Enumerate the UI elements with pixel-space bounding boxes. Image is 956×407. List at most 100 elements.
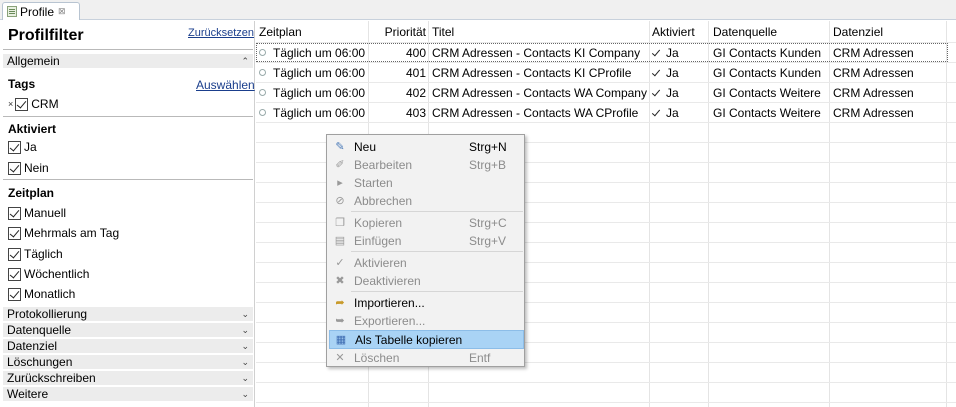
checkbox-monatlich-box[interactable] (8, 287, 21, 301)
activated-header: Aktiviert (8, 122, 57, 136)
column-header-datenquelle[interactable]: Datenquelle (713, 25, 777, 39)
expand-icon[interactable]: ⌄ (241, 371, 249, 385)
tab-profile-label: Profile (20, 4, 55, 19)
collapse-icon[interactable]: ⌃ (241, 54, 249, 68)
filter-title: Profilfilter (8, 27, 84, 44)
cell-aktiviert: Ja (652, 106, 679, 120)
new-icon: ✎ (335, 141, 345, 153)
divider (3, 49, 253, 50)
column-header-datenziel[interactable]: Datenziel (833, 25, 883, 39)
section-general-label: Allgemein (7, 54, 60, 68)
menu-separator (351, 211, 523, 212)
checkbox-woechentlich[interactable]: Wöchentlich (8, 267, 89, 281)
menu-item-label: Deaktivieren (354, 273, 421, 288)
menu-item-label: Löschen (354, 350, 400, 365)
export-icon: ➥ (335, 315, 345, 327)
cell-titel: CRM Adressen - Contacts KI Company (432, 46, 641, 60)
editor-tab-bar: Profile ⊠ (0, 0, 956, 20)
menu-item-starten[interactable]: ▸ Starten (329, 173, 524, 192)
checkbox-manuell-box[interactable] (8, 206, 21, 220)
section-zurueckschreiben[interactable]: Zurückschreiben ⌄ (3, 371, 253, 385)
close-icon[interactable]: ⊠ (58, 6, 66, 17)
column-header-prioritaet[interactable]: Priorität (368, 25, 426, 39)
checkbox-taeglich-box[interactable] (8, 247, 21, 261)
expand-icon[interactable]: ⌄ (241, 355, 249, 369)
section-protokollierung-label: Protokollierung (7, 307, 88, 321)
menu-item-label: Aktivieren (354, 255, 407, 270)
column-header-titel[interactable]: Titel (432, 25, 454, 39)
section-general[interactable]: Allgemein ⌃ (3, 54, 253, 68)
import-icon: ➦ (335, 297, 345, 309)
choose-tags-link[interactable]: Auswählen (196, 78, 255, 92)
start-icon: ▸ (337, 177, 343, 189)
section-loeschungen-label: Löschungen (7, 355, 73, 369)
checkbox-mehrmals-box[interactable] (8, 226, 21, 240)
expand-icon[interactable]: ⌄ (241, 339, 249, 353)
row-divider (256, 82, 956, 83)
check-icon (652, 89, 661, 98)
menu-item-kopieren[interactable]: ❐ Kopieren Strg+C (329, 213, 524, 232)
cell-aktiviert: Ja (652, 86, 679, 100)
cell-datenziel: CRM Adressen (833, 66, 914, 80)
cell-zeitplan: Täglich um 06:00 (273, 66, 366, 80)
menu-item-neu[interactable]: ✎ Neu Strg+N (329, 137, 524, 156)
reset-link[interactable]: Zurücksetzen (188, 27, 254, 39)
section-datenziel[interactable]: Datenziel ⌄ (3, 339, 253, 353)
section-datenziel-label: Datenziel (7, 339, 58, 353)
menu-item-aktivieren[interactable]: ✓ Aktivieren (329, 253, 524, 272)
checkbox-taeglich-label: Täglich (24, 247, 63, 261)
section-datenquelle-label: Datenquelle (7, 323, 72, 337)
cell-datenziel: CRM Adressen (833, 106, 914, 120)
remove-tag-icon[interactable]: × (8, 99, 13, 109)
menu-item-als-tabelle-kopieren[interactable]: ▦ Als Tabelle kopieren (329, 330, 524, 349)
menu-item-abbrechen[interactable]: ⊘ Abbrechen (329, 191, 524, 210)
tag-checkbox[interactable] (15, 97, 29, 111)
checkbox-nein-box[interactable] (8, 161, 21, 175)
section-loeschungen[interactable]: Löschungen ⌄ (3, 355, 253, 369)
expand-icon[interactable]: ⌄ (241, 387, 249, 401)
menu-item-shortcut: Strg+V (469, 233, 507, 248)
cell-aktiviert-label: Ja (666, 106, 679, 120)
menu-item-label: Importieren... (354, 295, 425, 310)
menu-item-deaktivieren[interactable]: ✖ Deaktivieren (329, 271, 524, 290)
row-state-icon (259, 49, 266, 56)
row-divider (256, 62, 956, 63)
tag-label: CRM (31, 97, 59, 111)
expand-icon[interactable]: ⌄ (241, 323, 249, 337)
checkbox-nein[interactable]: Nein (8, 161, 49, 175)
column-header-aktiviert[interactable]: Aktiviert (652, 25, 695, 39)
menu-item-label: Starten (354, 175, 393, 190)
column-divider (708, 21, 709, 407)
row-state-icon (259, 69, 266, 76)
cell-prioritaet: 402 (405, 86, 426, 100)
menu-item-label: Exportieren... (354, 313, 426, 328)
checkbox-monatlich[interactable]: Monatlich (8, 287, 75, 301)
checkbox-taeglich[interactable]: Täglich (8, 247, 63, 261)
column-header-zeitplan[interactable]: Zeitplan (259, 25, 302, 39)
paste-icon: ▤ (334, 235, 346, 247)
cell-aktiviert-label: Ja (666, 46, 679, 60)
cell-prioritaet: 401 (405, 66, 426, 80)
checkbox-nein-label: Nein (24, 161, 49, 175)
menu-item-loeschen[interactable]: ✕ Löschen Entf (329, 348, 524, 367)
menu-item-importieren[interactable]: ➦ Importieren... (329, 293, 524, 312)
menu-item-bearbeiten[interactable]: ✐ Bearbeiten Strg+B (329, 155, 524, 174)
menu-item-exportieren[interactable]: ➥ Exportieren... (329, 311, 524, 330)
section-protokollierung[interactable]: Protokollierung ⌄ (3, 307, 253, 321)
checkbox-ja[interactable]: Ja (8, 140, 37, 154)
tab-profile[interactable]: Profile ⊠ (2, 2, 80, 20)
section-datenquelle[interactable]: Datenquelle ⌄ (3, 323, 253, 337)
tags-header: Tags (8, 77, 36, 91)
menu-separator (351, 291, 523, 292)
checkbox-mehrmals[interactable]: Mehrmals am Tag (8, 226, 119, 240)
section-weitere[interactable]: Weitere ⌄ (3, 387, 253, 401)
expand-icon[interactable]: ⌄ (241, 307, 249, 321)
delete-icon: ✕ (335, 352, 345, 364)
checkbox-manuell[interactable]: Manuell (8, 206, 66, 220)
row-divider (256, 102, 956, 103)
checkbox-ja-box[interactable] (8, 140, 21, 154)
checkbox-monatlich-label: Monatlich (24, 287, 76, 301)
checkbox-woechentlich-box[interactable] (8, 267, 21, 281)
menu-item-einfuegen[interactable]: ▤ Einfügen Strg+V (329, 231, 524, 250)
tag-chip-crm[interactable]: × CRM (8, 97, 59, 111)
